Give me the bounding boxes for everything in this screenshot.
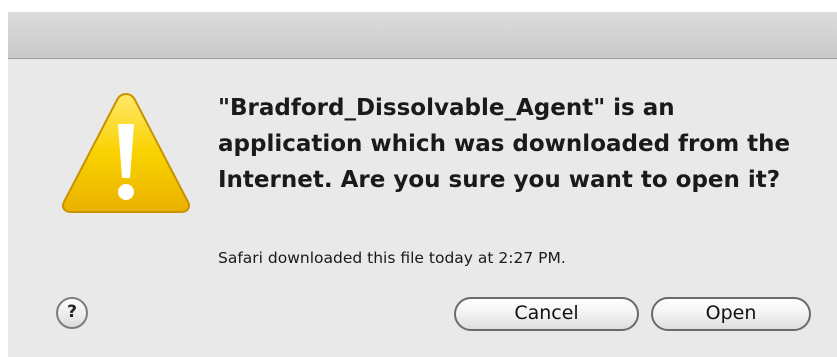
- alert-info-text: Safari downloaded this file today at 2:2…: [218, 249, 566, 267]
- screen: "Bradford_Dissolvable_Agent" is an appli…: [0, 0, 837, 357]
- warning-icon: [60, 90, 192, 216]
- dialog-titlebar[interactable]: [8, 12, 837, 59]
- help-button[interactable]: ?: [56, 297, 88, 329]
- cancel-button[interactable]: Cancel: [454, 297, 639, 331]
- open-button[interactable]: Open: [651, 297, 811, 331]
- alert-message: "Bradford_Dissolvable_Agent" is an appli…: [218, 95, 791, 193]
- security-alert-dialog: "Bradford_Dissolvable_Agent" is an appli…: [8, 12, 837, 357]
